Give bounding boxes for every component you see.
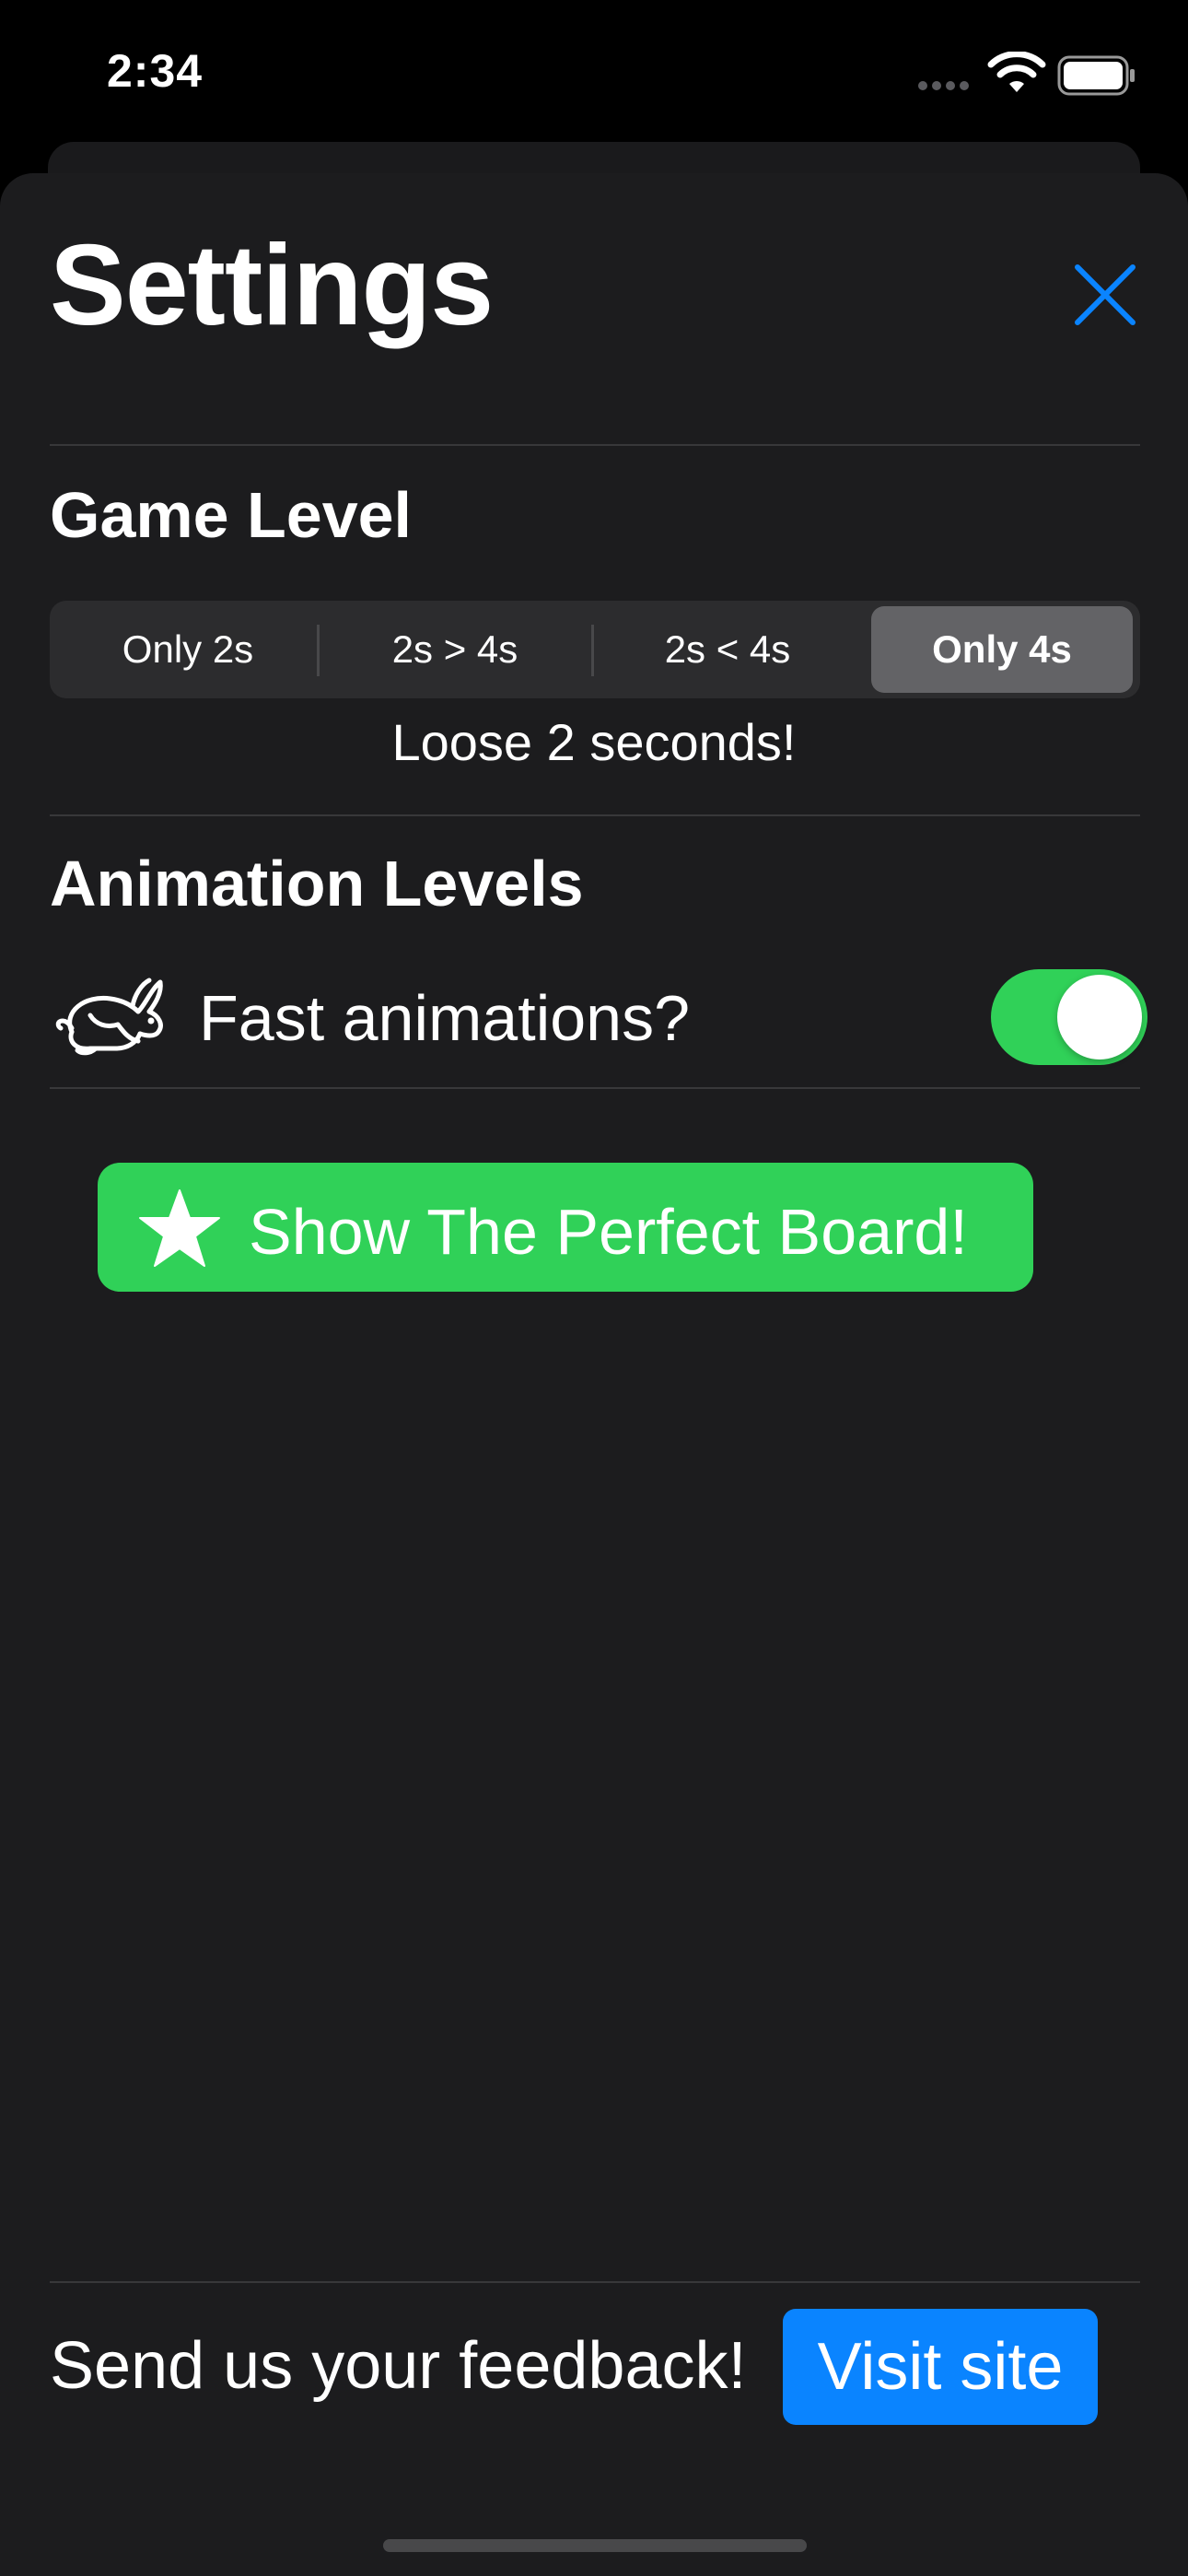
game-level-caption: Loose 2 seconds! — [391, 713, 797, 771]
show-perfect-board-label: Show The Perfect Board! — [249, 1196, 968, 1268]
segment-separator — [317, 625, 320, 676]
segment-2s-gt-4s[interactable]: 2s > 4s — [324, 606, 586, 693]
show-perfect-board-button[interactable]: Show The Perfect Board! — [98, 1163, 1033, 1292]
segment-2s-lt-4s[interactable]: 2s < 4s — [597, 606, 858, 693]
game-level-segmented-control: Only 2s 2s > 4s 2s < 4s Only 4s — [50, 601, 1140, 698]
animation-levels-title: Animation Levels — [50, 848, 584, 919]
divider — [50, 814, 1140, 816]
divider — [50, 1087, 1140, 1089]
segment-only-2s[interactable]: Only 2s — [57, 606, 319, 693]
wifi-icon — [987, 52, 1046, 92]
battery-icon — [1057, 55, 1135, 96]
fast-animations-label: Fast animations? — [199, 982, 691, 1054]
close-button[interactable] — [1066, 256, 1144, 334]
visit-site-button[interactable]: Visit site — [783, 2309, 1098, 2425]
status-bar: 2:34 — [0, 0, 1188, 147]
segment-only-4s[interactable]: Only 4s — [871, 606, 1133, 693]
rabbit-icon — [55, 978, 163, 1056]
page-title: Settings — [50, 222, 494, 349]
toggle-knob — [1057, 975, 1142, 1060]
segment-separator — [591, 625, 594, 676]
fast-animations-toggle[interactable] — [991, 969, 1147, 1065]
divider — [50, 444, 1140, 446]
close-icon — [1075, 264, 1136, 325]
home-indicator[interactable] — [383, 2539, 807, 2552]
star-icon — [139, 1189, 220, 1267]
feedback-label: Send us your feedback! — [50, 2329, 747, 2403]
game-level-title: Game Level — [50, 479, 412, 551]
status-time: 2:34 — [107, 45, 204, 97]
cellular-signal-icon — [918, 81, 969, 90]
divider — [50, 2281, 1140, 2283]
